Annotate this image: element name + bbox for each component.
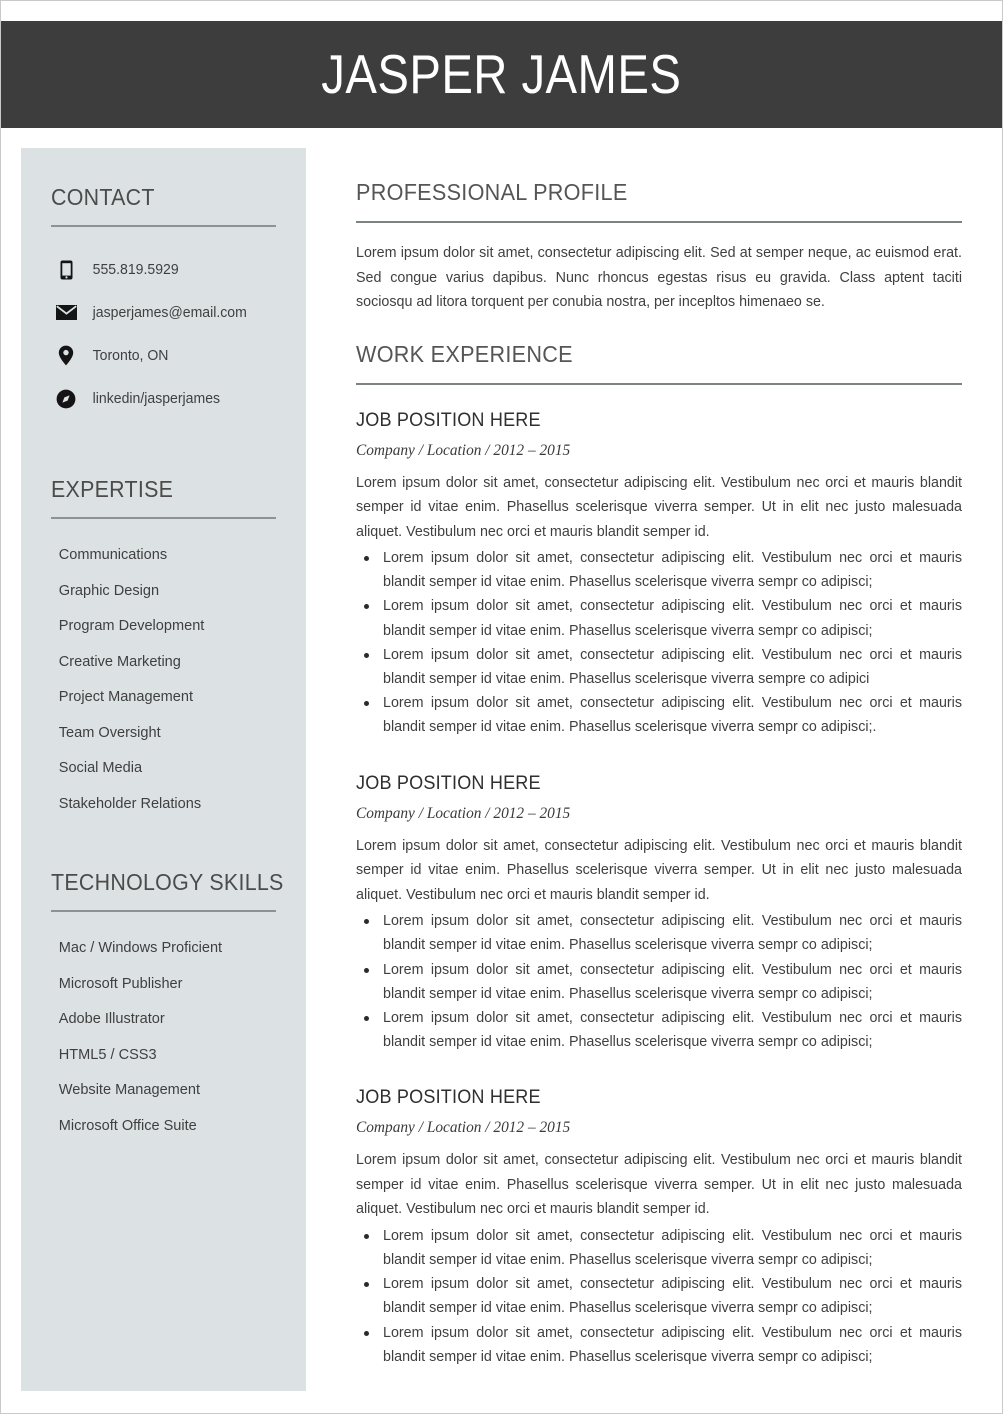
list-item: HTML5 / CSS3: [58, 1045, 157, 1063]
job-bullet-list: Lorem ipsum dolor sit amet, consectetur …: [356, 909, 962, 1054]
job-title: JOB POSITION HERE: [356, 772, 541, 794]
technology-skills-list: Mac / Windows Proficient Microsoft Publi…: [51, 930, 276, 1143]
list-item: Microsoft Publisher: [58, 974, 183, 992]
list-item: Team Oversight: [58, 723, 161, 741]
contact-item-email: jasperjames@email.com: [51, 291, 276, 334]
list-item: Lorem ipsum dolor sit amet, consectetur …: [356, 958, 962, 1006]
sidebar: CONTACT 555.819.5929 jasperjames@email.c…: [21, 148, 306, 1391]
job-entry: JOB POSITION HERE Company / Location / 2…: [356, 410, 962, 740]
main-column: PROFESSIONAL PROFILE Lorem ipsum dolor s…: [356, 179, 962, 1369]
contact-linkedin-value: linkedin/jasperjames: [92, 390, 221, 407]
expertise-heading: EXPERTISE: [51, 476, 174, 502]
list-item: Website Management: [58, 1081, 201, 1098]
contact-item-location: Toronto, ON: [51, 334, 276, 377]
list-item: Lorem ipsum dolor sit amet, consectetur …: [356, 1224, 962, 1272]
work-experience-divider: [356, 382, 962, 385]
list-item: Lorem ipsum dolor sit amet, consectetur …: [356, 1272, 962, 1320]
contact-divider: [51, 225, 276, 227]
list-item: Communications: [58, 546, 168, 563]
work-experience-section: WORK EXPERIENCE JOB POSITION HERE Compan…: [356, 341, 962, 1370]
contact-item-linkedin: linkedin/jasperjames: [51, 377, 276, 420]
list-item: Lorem ipsum dolor sit amet, consectetur …: [356, 643, 962, 691]
professional-profile-divider: [356, 221, 962, 223]
job-title: JOB POSITION HERE: [356, 1087, 541, 1109]
list-item: Adobe Illustrator: [58, 1010, 165, 1027]
job-description: Lorem ipsum dolor sit amet, consectetur …: [356, 837, 962, 903]
list-item: Lorem ipsum dolor sit amet, consectetur …: [356, 909, 962, 957]
expertise-divider: [51, 517, 276, 519]
compass-icon: [51, 389, 81, 409]
technology-skills-divider: [51, 910, 276, 912]
list-item: Graphic Design: [58, 581, 160, 599]
professional-profile-heading: PROFESSIONAL PROFILE: [356, 179, 628, 205]
expertise-list: Communications Graphic Design Program De…: [51, 537, 276, 821]
job-title: JOB POSITION HERE: [356, 409, 541, 431]
list-item: Lorem ipsum dolor sit amet, consectetur …: [356, 546, 962, 594]
professional-profile-text: Lorem ipsum dolor sit amet, consectetur …: [356, 245, 962, 310]
list-item: Lorem ipsum dolor sit amet, consectetur …: [356, 594, 962, 642]
job-bullet-list: Lorem ipsum dolor sit amet, consectetur …: [356, 546, 962, 740]
email-icon: [51, 305, 81, 320]
technology-skills-heading: TECHNOLOGY SKILLS: [51, 869, 284, 895]
contact-location-value: Toronto, ON: [92, 347, 169, 364]
contact-email-value: jasperjames@email.com: [92, 304, 247, 321]
list-item: Project Management: [58, 688, 194, 705]
list-item: Program Development: [58, 617, 205, 634]
technology-skills-section: TECHNOLOGY SKILLS Mac / Windows Proficie…: [51, 821, 284, 1143]
list-item: Microsoft Office Suite: [58, 1116, 197, 1134]
professional-profile-section: PROFESSIONAL PROFILE Lorem ipsum dolor s…: [356, 179, 962, 315]
list-item: Mac / Windows Proficient: [58, 939, 223, 956]
location-pin-icon: [51, 345, 81, 366]
job-description: Lorem ipsum dolor sit amet, consectetur …: [356, 474, 962, 540]
expertise-section: EXPERTISE Communications Graphic Design …: [51, 420, 276, 821]
contact-phone-value: 555.819.5929: [92, 261, 179, 278]
job-meta: Company / Location / 2012 – 2015: [356, 1119, 571, 1137]
job-meta: Company / Location / 2012 – 2015: [356, 804, 571, 822]
list-item: Lorem ipsum dolor sit amet, consectetur …: [356, 1321, 962, 1369]
phone-icon: [51, 260, 81, 280]
job-meta: Company / Location / 2012 – 2015: [356, 441, 571, 459]
contact-list: 555.819.5929 jasperjames@email.com Toron…: [51, 248, 276, 420]
list-item: Social Media: [58, 759, 143, 776]
job-description: Lorem ipsum dolor sit amet, consectetur …: [356, 1152, 962, 1218]
job-entry: JOB POSITION HERE Company / Location / 2…: [356, 773, 962, 1055]
list-item: Lorem ipsum dolor sit amet, consectetur …: [356, 1006, 962, 1054]
contact-heading: CONTACT: [51, 184, 155, 210]
name-header-band: JASPER JAMES: [1, 21, 1002, 128]
list-item: Stakeholder Relations: [58, 794, 202, 812]
contact-section: CONTACT 555.819.5929 jasperjames@email.c…: [51, 148, 276, 420]
page-title: JASPER JAMES: [321, 43, 682, 105]
list-item: Lorem ipsum dolor sit amet, consectetur …: [356, 691, 962, 739]
job-bullet-list: Lorem ipsum dolor sit amet, consectetur …: [356, 1224, 962, 1369]
contact-item-phone: 555.819.5929: [51, 248, 276, 291]
list-item: Creative Marketing: [58, 652, 181, 670]
work-experience-heading: WORK EXPERIENCE: [356, 340, 573, 367]
resume-page: JASPER JAMES CONTACT 555.819.5929 jasper: [0, 0, 1003, 1414]
job-entry: JOB POSITION HERE Company / Location / 2…: [356, 1087, 962, 1369]
